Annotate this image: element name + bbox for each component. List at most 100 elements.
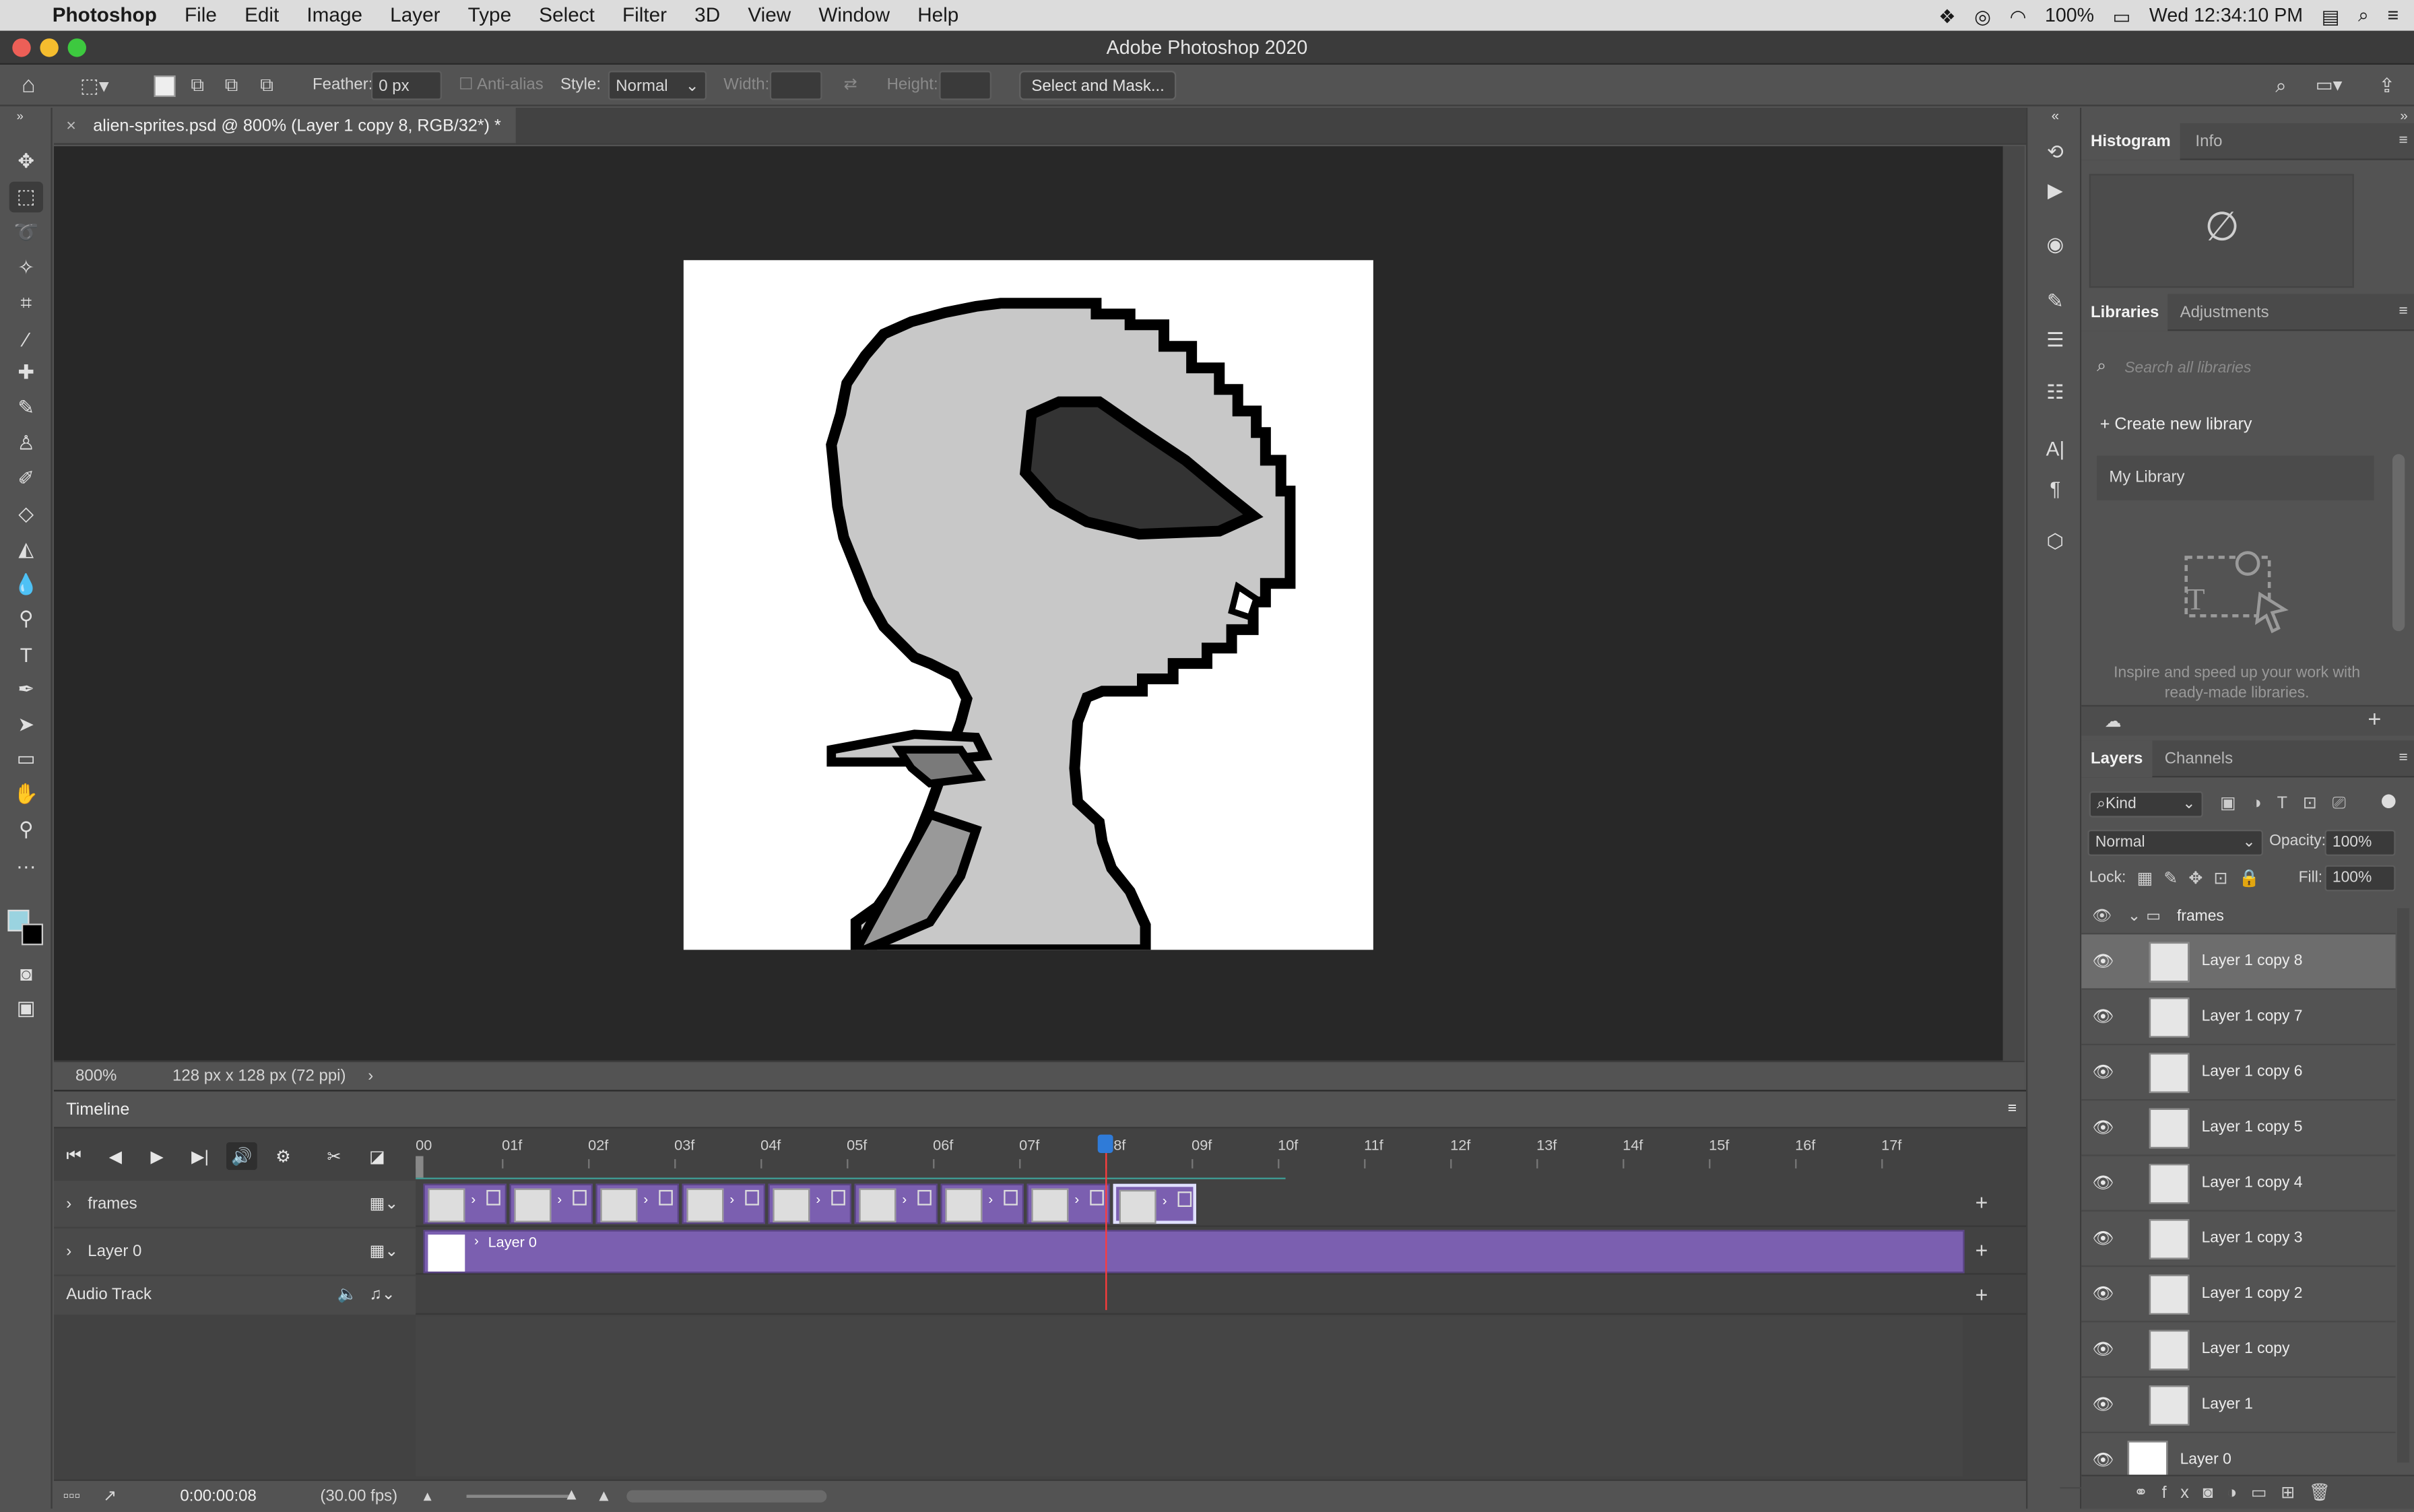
- layer-filter-icons[interactable]: ▣◑T⊡⎚: [2220, 793, 2361, 814]
- audio-mute-icon[interactable]: 🔊: [226, 1142, 257, 1171]
- dodge-tool-icon[interactable]: ⚲: [9, 603, 43, 634]
- layer-0-clip[interactable]: › Layer 0: [423, 1230, 1965, 1274]
- workspace-icon[interactable]: ▭▾: [2316, 71, 2343, 100]
- playback-settings-icon[interactable]: ⚙: [268, 1142, 299, 1170]
- frame-clip[interactable]: ›: [682, 1183, 765, 1224]
- chevron-right-icon[interactable]: ›: [66, 1228, 71, 1275]
- eye-icon[interactable]: 👁: [2092, 1212, 2114, 1267]
- subtract-selection-icon[interactable]: ⧉: [225, 71, 238, 100]
- frame-clip[interactable]: ›: [595, 1183, 680, 1224]
- tab-adjustments[interactable]: Adjustments: [2171, 294, 2279, 331]
- paths-panel-icon[interactable]: ☷: [2042, 379, 2069, 406]
- film-strip-icon[interactable]: ▦⌄: [370, 1181, 399, 1227]
- delete-layer-icon[interactable]: 🗑: [2309, 1484, 2345, 1502]
- chevron-right-icon[interactable]: ›: [816, 1191, 820, 1207]
- flag-icon[interactable]: ▤: [2322, 4, 2340, 27]
- layer-row[interactable]: 👁 Layer 1 copy 3: [2081, 1212, 2396, 1268]
- share-icon[interactable]: ⇪: [2378, 71, 2395, 100]
- opacity-input[interactable]: 100%: [2324, 830, 2396, 856]
- clip-end-handle[interactable]: [573, 1189, 587, 1206]
- lock-icons[interactable]: ▦✎✥⊡🔒: [2137, 868, 2271, 888]
- layers-scrollbar[interactable]: [2396, 908, 2410, 1463]
- menu-help[interactable]: Help: [904, 0, 973, 31]
- track-frames[interactable]: › frames ▦⌄ › › › › › › › › › +: [54, 1181, 2027, 1227]
- menu-file[interactable]: File: [170, 0, 230, 31]
- chevron-right-icon[interactable]: ›: [643, 1191, 648, 1207]
- playhead-handle[interactable]: [1097, 1134, 1113, 1154]
- style-select[interactable]: Normal ⌄: [608, 71, 707, 100]
- transition-icon[interactable]: ◪: [362, 1142, 393, 1170]
- paint-bucket-tool-icon[interactable]: ◭: [9, 534, 43, 565]
- eyedropper-tool-icon[interactable]: ⁄: [9, 323, 43, 354]
- layer-filter-kind-select[interactable]: ⌕Kind ⌄: [2089, 791, 2203, 818]
- eye-icon[interactable]: 👁: [2092, 1045, 2114, 1100]
- brush-tool-icon[interactable]: ✎: [9, 393, 43, 424]
- zoom-slider[interactable]: [466, 1494, 575, 1498]
- chevron-right-icon[interactable]: ›: [902, 1191, 907, 1207]
- chevron-right-icon[interactable]: ›: [1074, 1191, 1079, 1207]
- speaker-icon[interactable]: 🔈: [337, 1276, 358, 1315]
- render-video-icon[interactable]: ↗: [103, 1481, 117, 1512]
- crop-tool-icon[interactable]: ⌗: [9, 288, 43, 319]
- pen-tool-icon[interactable]: ✒: [9, 674, 43, 705]
- film-strip-icon[interactable]: ▦⌄: [370, 1228, 399, 1275]
- timeline-title[interactable]: Timeline: [66, 1100, 129, 1119]
- tab-channels[interactable]: Channels: [2155, 740, 2242, 777]
- rectangular-marquee-tool-icon[interactable]: ⬚: [9, 181, 43, 213]
- frame-clip[interactable]: ›: [768, 1183, 851, 1224]
- zoom-in-icon[interactable]: ▲: [596, 1481, 612, 1512]
- link-layers-icon[interactable]: ⚭: [2134, 1484, 2162, 1502]
- select-and-mask-button[interactable]: Select and Mask...: [1019, 71, 1177, 100]
- layer-group-frames[interactable]: 👁 ⌄ ▭ frames: [2081, 900, 2396, 935]
- swap-icon[interactable]: ⇄: [844, 71, 857, 100]
- move-tool-icon[interactable]: ✥: [9, 146, 43, 177]
- quick-mask-icon[interactable]: ◙: [9, 958, 43, 989]
- track-layer-0[interactable]: › Layer 0 ▦⌄ › Layer 0 +: [54, 1228, 2027, 1275]
- chevron-right-icon[interactable]: ›: [66, 1181, 71, 1227]
- panel-menu-icon[interactable]: ≡: [2008, 1092, 2017, 1129]
- history-brush-tool-icon[interactable]: ✐: [9, 463, 43, 494]
- add-mask-icon[interactable]: ◙: [2203, 1484, 2227, 1502]
- chevron-right-icon[interactable]: ›: [988, 1191, 993, 1207]
- clock[interactable]: Wed 12:34:10 PM: [2149, 5, 2303, 26]
- panel-menu-icon[interactable]: ≡: [2399, 133, 2408, 150]
- marquee-preset-icon[interactable]: ⬚▾: [80, 71, 109, 100]
- filter-toggle-icon[interactable]: [2382, 794, 2396, 808]
- menu-layer[interactable]: Layer: [377, 0, 455, 31]
- blur-tool-icon[interactable]: 💧: [9, 570, 43, 601]
- layer-row[interactable]: 👁 Layer 1 copy 7: [2081, 990, 2396, 1046]
- zoom-level[interactable]: 800%: [75, 1062, 117, 1090]
- clip-end-handle[interactable]: [831, 1189, 845, 1206]
- document-tab[interactable]: × alien-sprites.psd @ 800% (Layer 1 copy…: [54, 108, 516, 145]
- actions-panel-icon[interactable]: ▶: [2042, 177, 2069, 205]
- add-audio-icon[interactable]: +: [1976, 1282, 1988, 1307]
- spotlight-icon[interactable]: ⌕: [2358, 4, 2369, 27]
- menu-image[interactable]: Image: [293, 0, 377, 31]
- paragraph-panel-icon[interactable]: ¶: [2042, 474, 2069, 502]
- eye-icon[interactable]: 👁: [2092, 1322, 2114, 1377]
- chevron-right-icon[interactable]: ›: [471, 1191, 476, 1207]
- fx-icon[interactable]: fx: [2162, 1484, 2203, 1502]
- healing-brush-tool-icon[interactable]: ✚: [9, 357, 43, 388]
- new-selection-icon[interactable]: [154, 75, 176, 97]
- panel-menu-icon[interactable]: ≡: [2399, 750, 2408, 766]
- menu-filter[interactable]: Filter: [608, 0, 680, 31]
- search-icon[interactable]: ⌕: [2275, 71, 2287, 100]
- frame-clip[interactable]: ›: [1113, 1183, 1197, 1224]
- add-selection-icon[interactable]: ⧉: [191, 71, 204, 100]
- 3d-panel-icon[interactable]: ⬡: [2042, 528, 2069, 556]
- eraser-tool-icon[interactable]: ◇: [9, 499, 43, 530]
- libraries-scrollbar[interactable]: [2392, 454, 2405, 632]
- learn-panel-icon[interactable]: ◉: [2042, 231, 2069, 259]
- zoom-slider-handle[interactable]: ▲: [564, 1480, 580, 1511]
- clip-end-handle[interactable]: [659, 1189, 673, 1206]
- eye-icon[interactable]: 👁: [2092, 1156, 2114, 1212]
- clip-end-handle[interactable]: [1004, 1189, 1018, 1206]
- layer-row[interactable]: 👁 Layer 1 copy 8: [2081, 934, 2396, 990]
- layer-row[interactable]: 👁 Layer 1 copy 2: [2081, 1267, 2396, 1323]
- properties-panel-icon[interactable]: ☰: [2042, 327, 2069, 354]
- track-label-audio[interactable]: Audio Track 🔈 ♫⌄: [54, 1276, 416, 1315]
- chevron-right-icon[interactable]: ›: [1163, 1193, 1167, 1208]
- menu-edit[interactable]: Edit: [231, 0, 293, 31]
- eye-icon[interactable]: 👁: [2092, 990, 2114, 1045]
